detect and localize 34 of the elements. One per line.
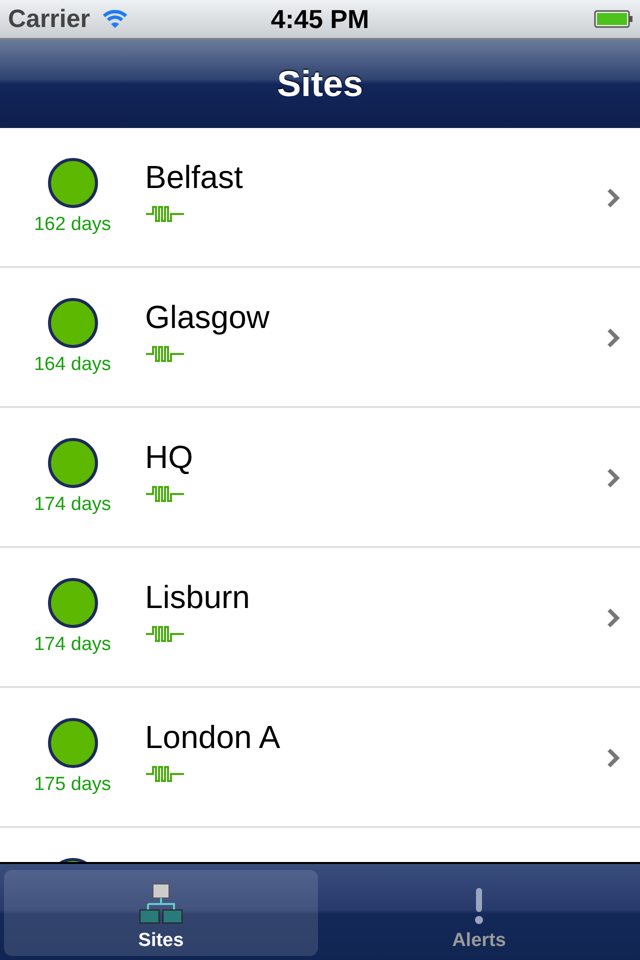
site-name: London A — [145, 718, 280, 756]
chevron-icon — [606, 747, 620, 769]
tab[interactable]: Alerts — [322, 870, 636, 956]
chevron-icon — [606, 467, 620, 489]
chevron-icon — [606, 187, 620, 209]
waveform-icon — [145, 344, 185, 364]
site-name: Lisburn — [145, 578, 250, 616]
site-row[interactable]: 162 days Belfast — [0, 128, 640, 268]
uptime-label: 162 days — [34, 214, 112, 236]
waveform-icon — [145, 624, 185, 644]
page-title: Sites — [276, 63, 364, 105]
site-name: Glasgow — [145, 298, 270, 336]
site-name: Belfast — [145, 158, 243, 196]
wifi-icon — [102, 9, 128, 29]
site-name: HQ — [145, 438, 193, 476]
exclamation-icon — [474, 886, 484, 926]
uptime-label: 175 days — [34, 774, 112, 796]
tab[interactable]: Sites — [4, 870, 318, 956]
chevron-icon — [606, 327, 620, 349]
battery-icon — [594, 9, 634, 29]
chevron-icon — [606, 607, 620, 629]
uptime-label: 164 days — [34, 354, 112, 376]
uptime-label: 174 days — [34, 494, 112, 516]
uptime-label: 174 days — [34, 634, 112, 656]
clock-time: 4:45 PM — [270, 4, 370, 34]
network-icon — [139, 882, 183, 926]
site-row[interactable]: 174 days Lisburn — [0, 548, 640, 688]
site-row[interactable]: 164 days Glasgow — [0, 268, 640, 408]
waveform-icon — [145, 204, 185, 224]
site-row[interactable]: 175 days London A — [0, 688, 640, 828]
site-row[interactable]: 174 days HQ — [0, 408, 640, 548]
waveform-icon — [145, 764, 185, 784]
carrier-name: Carrier — [8, 4, 90, 34]
waveform-icon — [145, 484, 185, 504]
